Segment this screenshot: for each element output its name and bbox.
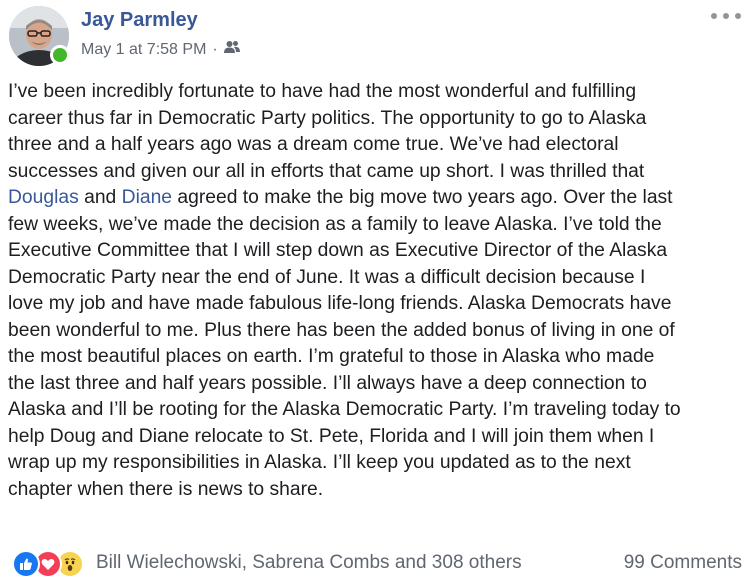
post-text-segment: I’ve been incredibly fortunate to have h…	[8, 81, 637, 102]
post-text-line: help Doug and Diane relocate to St. Pete…	[8, 424, 748, 451]
post-text-segment: and	[78, 187, 122, 208]
post-text-segment: agreed to make the big move two years ag…	[172, 187, 673, 208]
avatar[interactable]	[9, 6, 70, 66]
post-text-line: love my job and have made fabulous life-…	[8, 291, 748, 318]
reaction-summary-link[interactable]: Bill Wielechowski, Sabrena Combs and 308…	[96, 552, 522, 574]
post-text-line: career thus far in Democratic Party poli…	[8, 106, 748, 133]
post-body: I’ve been incredibly fortunate to have h…	[8, 79, 748, 503]
post-text-segment: Alaska and I’ll be rooting for the Alask…	[8, 399, 681, 420]
author-name-link[interactable]: Jay Parmley	[81, 9, 198, 32]
post-text-segment: the most beautiful places on earth. I’m …	[8, 346, 655, 367]
post-text-line: Douglas and Diane agreed to make the big…	[8, 185, 748, 212]
post-text-line: Executive Committee that I will step dow…	[8, 238, 748, 265]
post-meta: May 1 at 7:58 PM ·	[81, 40, 240, 59]
post-text-segment: successes and given our all in efforts t…	[8, 160, 645, 182]
friends-icon[interactable]	[223, 40, 240, 59]
post-text-segment: Executive Committee that I will step dow…	[8, 240, 668, 261]
like-reaction-icon	[12, 550, 40, 578]
post-text-line: the most beautiful places on earth. I’m …	[8, 344, 748, 371]
post-text-line: wrap up my responsibilities in Alaska. I…	[8, 450, 748, 477]
post-text-line: few weeks, we’ve made the decision as a …	[8, 212, 748, 239]
post-text-segment: three and a half years ago was a dream c…	[8, 134, 619, 155]
post-text-segment: been wonderful to me. Plus there has bee…	[8, 319, 675, 341]
meta-separator: ·	[212, 40, 218, 58]
post-text-segment: the last three and half years possible. …	[8, 372, 647, 394]
post-text-line: I’ve been incredibly fortunate to have h…	[8, 79, 748, 106]
post-text-segment: help Doug and Diane relocate to St. Pete…	[8, 425, 655, 447]
post-text-line: successes and given our all in efforts t…	[8, 159, 748, 186]
post-text-line: the last three and half years possible. …	[8, 371, 748, 398]
comments-count-link[interactable]: 99 Comments	[624, 552, 742, 574]
post-text-line: been wonderful to me. Plus there has bee…	[8, 318, 748, 345]
post-text-segment: wrap up my responsibilities in Alaska. I…	[8, 452, 631, 473]
more-options-icon[interactable]	[711, 6, 741, 26]
mention-link-douglas[interactable]: Douglas	[8, 187, 79, 208]
post-text-segment: love my job and have made fabulous life-…	[8, 293, 672, 314]
post-text-segment: career thus far in Democratic Party poli…	[8, 107, 647, 129]
post-text-segment: Democratic Party near the end of June. I…	[8, 266, 646, 288]
online-status-dot	[50, 45, 70, 65]
post-text-line: Democratic Party near the end of June. I…	[8, 265, 748, 292]
post-text-segment: chapter when there is news to share.	[8, 478, 324, 500]
post-text-line: three and a half years ago was a dream c…	[8, 132, 748, 159]
reaction-icons[interactable]	[12, 550, 84, 578]
post-text-line: chapter when there is news to share.	[8, 477, 748, 504]
post-text-line: Alaska and I’ll be rooting for the Alask…	[8, 397, 748, 424]
post-text-segment: few weeks, we’ve made the decision as a …	[8, 213, 662, 235]
mention-link-diane[interactable]: Diane	[122, 187, 172, 208]
facebook-post: Jay Parmley May 1 at 7:58 PM · I’ve been…	[0, 0, 751, 588]
post-timestamp[interactable]: May 1 at 7:58 PM	[81, 41, 206, 59]
